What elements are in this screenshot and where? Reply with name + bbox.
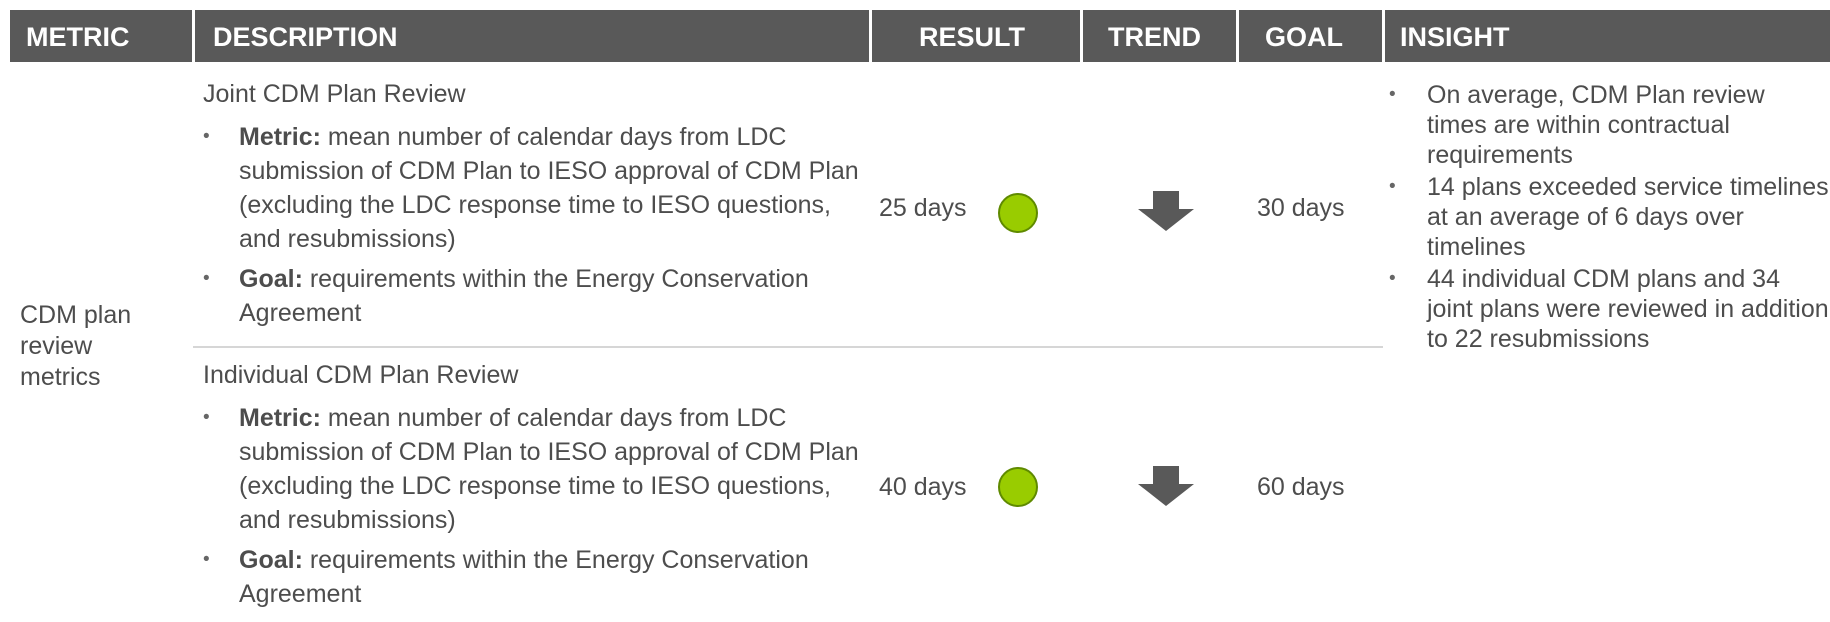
header-divider bbox=[869, 10, 872, 62]
metric-category-label: CDM plan review metrics bbox=[20, 301, 132, 391]
status-indicator-green bbox=[998, 193, 1038, 233]
row-description-list: Metric: mean number of calendar days fro… bbox=[203, 401, 873, 617]
header-insight: INSIGHT bbox=[1400, 22, 1510, 52]
header-metric: METRIC bbox=[26, 22, 130, 52]
header-divider bbox=[1236, 10, 1239, 62]
metric-description: mean number of calendar days from LDC su… bbox=[239, 123, 859, 253]
insight-item: On average, CDM Plan review times are wi… bbox=[1389, 80, 1830, 170]
goal-value: 30 days bbox=[1257, 194, 1345, 222]
goal-value: 60 days bbox=[1257, 473, 1345, 501]
row-title: Individual CDM Plan Review bbox=[203, 361, 519, 389]
metric-bold-label: Metric: bbox=[239, 404, 321, 432]
header-goal: GOAL bbox=[1265, 22, 1343, 52]
arrow-down-icon bbox=[1138, 466, 1194, 506]
metric-bold-label: Metric: bbox=[239, 123, 321, 151]
result-value: 40 days bbox=[879, 473, 967, 501]
result-value: 25 days bbox=[879, 194, 967, 222]
arrow-down-icon bbox=[1138, 191, 1194, 231]
list-item: Metric: mean number of calendar days fro… bbox=[203, 401, 873, 537]
metric-description: mean number of calendar days from LDC su… bbox=[239, 404, 859, 534]
goal-bold-label: Goal: bbox=[239, 265, 303, 293]
goal-description: requirements within the Energy Conservat… bbox=[239, 265, 809, 327]
insight-list: On average, CDM Plan review times are wi… bbox=[1389, 80, 1830, 356]
table-header: METRIC DESCRIPTION RESULT TREND GOAL INS… bbox=[10, 10, 1830, 62]
status-indicator-green bbox=[998, 467, 1038, 507]
list-item: Goal: requirements within the Energy Con… bbox=[203, 262, 873, 330]
insight-item: 44 individual CDM plans and 34 joint pla… bbox=[1389, 264, 1830, 354]
goal-description: requirements within the Energy Conservat… bbox=[239, 546, 809, 608]
list-item: Goal: requirements within the Energy Con… bbox=[203, 543, 873, 611]
header-trend: TREND bbox=[1108, 22, 1201, 52]
goal-bold-label: Goal: bbox=[239, 546, 303, 574]
insight-item: 14 plans exceeded service timelines at a… bbox=[1389, 172, 1830, 262]
header-divider bbox=[1382, 10, 1385, 62]
header-divider bbox=[1080, 10, 1083, 62]
row-divider bbox=[193, 346, 1383, 348]
row-title: Joint CDM Plan Review bbox=[203, 80, 466, 108]
list-item: Metric: mean number of calendar days fro… bbox=[203, 120, 873, 256]
header-result: RESULT bbox=[919, 22, 1025, 52]
row-description-list: Metric: mean number of calendar days fro… bbox=[203, 120, 873, 336]
header-description: DESCRIPTION bbox=[213, 22, 398, 52]
header-divider bbox=[192, 10, 195, 62]
